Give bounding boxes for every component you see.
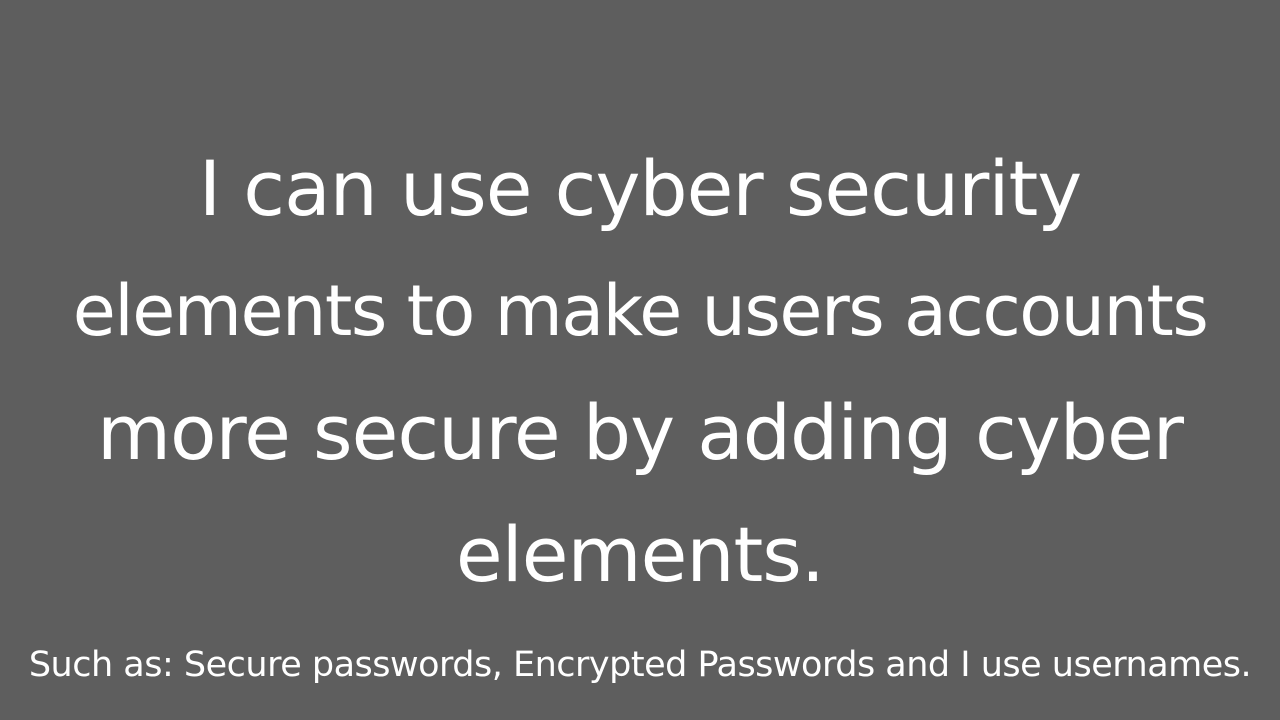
slide-headline: I can use cyber security elements to mak… bbox=[0, 128, 1280, 616]
slide-subtext: Such as: Secure passwords, Encrypted Pas… bbox=[28, 645, 1252, 685]
headline-line-1: I can use cyber security bbox=[198, 144, 1083, 233]
headline-line-4: elements. bbox=[455, 510, 825, 599]
headline-line-2: elements to make users accounts bbox=[72, 270, 1209, 352]
headline-line-3: more secure by adding cyber bbox=[97, 388, 1184, 477]
slide: I can use cyber security elements to mak… bbox=[0, 0, 1280, 720]
